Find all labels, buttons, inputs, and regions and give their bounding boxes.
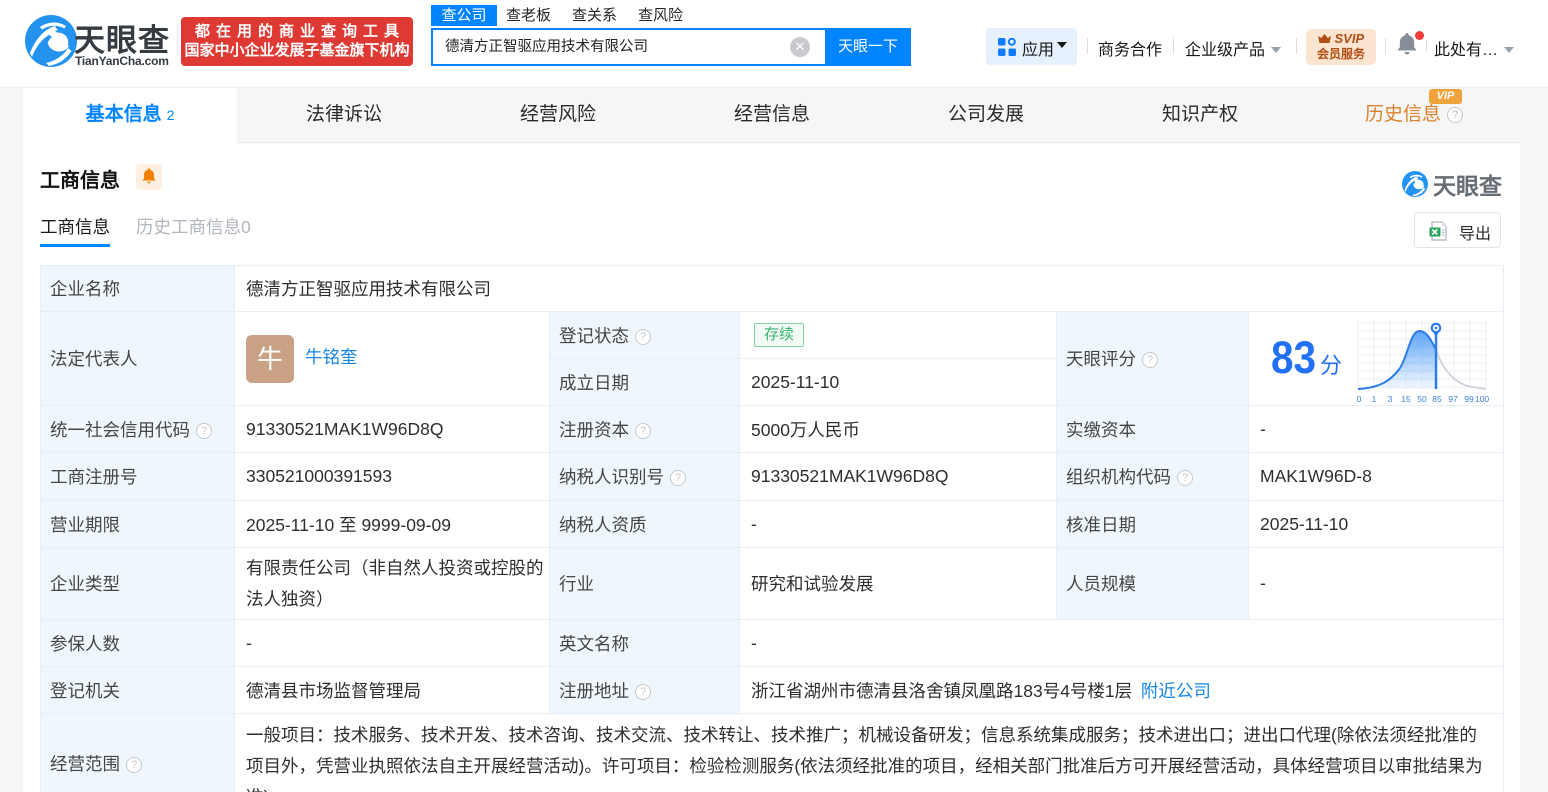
svg-text:97: 97 — [1448, 394, 1458, 404]
svg-text:3: 3 — [1388, 394, 1393, 404]
svg-text:50: 50 — [1417, 394, 1427, 404]
svg-text:15: 15 — [1401, 394, 1411, 404]
svg-text:100: 100 — [1475, 394, 1489, 404]
svg-text:99: 99 — [1464, 394, 1474, 404]
svg-text:0: 0 — [1357, 394, 1362, 404]
svg-text:1: 1 — [1372, 394, 1377, 404]
svg-text:85: 85 — [1432, 394, 1442, 404]
